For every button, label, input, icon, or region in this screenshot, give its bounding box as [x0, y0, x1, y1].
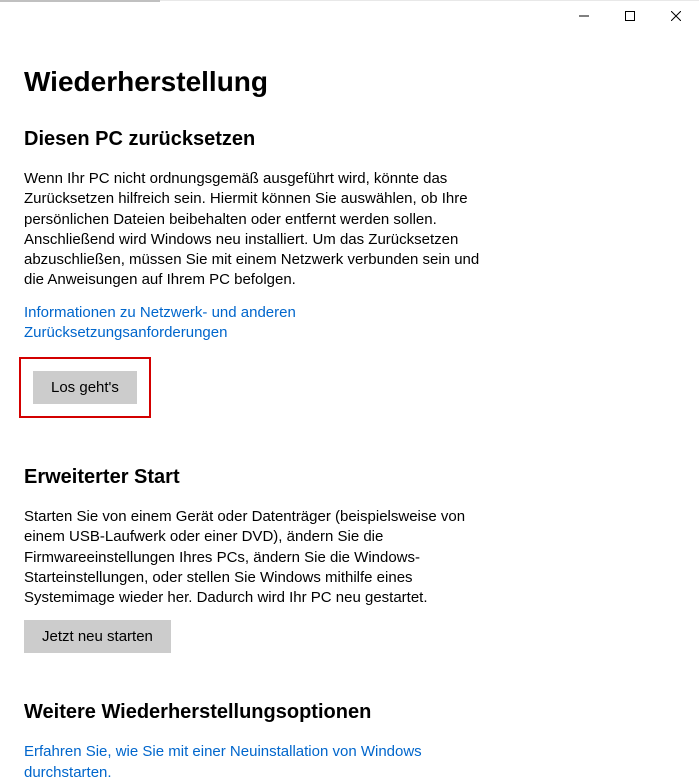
- maximize-button[interactable]: [607, 1, 653, 31]
- page-title: Wiederherstellung: [24, 66, 675, 98]
- restart-now-button[interactable]: Jetzt neu starten: [24, 620, 171, 653]
- reset-description: Wenn Ihr PC nicht ordnungsgemäß ausgefüh…: [24, 169, 494, 291]
- close-button[interactable]: [653, 1, 699, 31]
- advanced-description: Starten Sie von einem Gerät oder Datentr…: [24, 507, 494, 608]
- minimize-button[interactable]: [561, 1, 607, 31]
- content-area: Wiederherstellung Diesen PC zurücksetzen…: [0, 30, 699, 783]
- reset-pc-section: Diesen PC zurücksetzen Wenn Ihr PC nicht…: [24, 128, 675, 418]
- more-recovery-section: Weitere Wiederherstellungsoptionen Erfah…: [24, 701, 675, 783]
- titlebar-accent: [0, 0, 160, 2]
- window-titlebar: [0, 0, 699, 30]
- highlight-annotation: Los geht's: [19, 357, 151, 418]
- reset-heading: Diesen PC zurücksetzen: [24, 128, 675, 151]
- advanced-heading: Erweiterter Start: [24, 466, 675, 489]
- get-started-button[interactable]: Los geht's: [33, 371, 137, 404]
- more-heading: Weitere Wiederherstellungsoptionen: [24, 701, 675, 724]
- fresh-install-link[interactable]: Erfahren Sie, wie Sie mit einer Neuinsta…: [24, 742, 494, 783]
- reset-requirements-link[interactable]: Informationen zu Netzwerk- und anderen Z…: [24, 303, 494, 344]
- advanced-startup-section: Erweiterter Start Starten Sie von einem …: [24, 466, 675, 653]
